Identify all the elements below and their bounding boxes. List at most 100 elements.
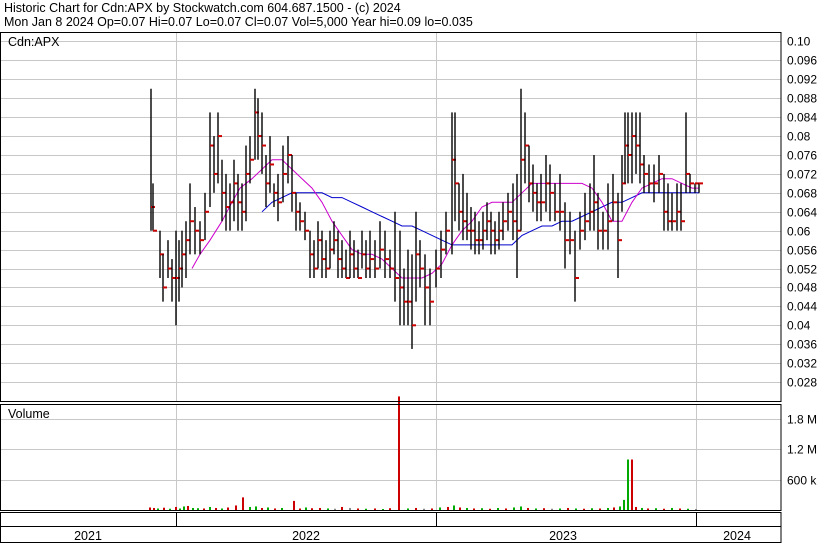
volume-bar [311, 508, 313, 510]
volume-bar [489, 508, 491, 510]
volume-bar [481, 508, 483, 510]
volume-bar [183, 506, 185, 510]
volume-tick-label: 600 k [787, 474, 817, 488]
volume-bar [473, 508, 475, 510]
volume-bar [249, 506, 251, 510]
volume-bar [334, 508, 336, 510]
volume-bar [382, 508, 384, 510]
volume-bar [655, 508, 657, 510]
volume-bar [261, 507, 263, 510]
price-tick-label: 0.048 [787, 281, 817, 295]
volume-bar [687, 508, 689, 510]
volume-bar [267, 507, 269, 510]
volume-bar [453, 505, 455, 510]
volume-bar [242, 497, 244, 510]
volume-grid [1, 404, 781, 510]
volume-bar [153, 507, 155, 510]
year-label: 2022 [292, 529, 320, 543]
price-tick-label: 0.084 [787, 111, 817, 125]
volume-bar [215, 507, 217, 510]
volume-bar [197, 508, 199, 510]
volume-bar [447, 506, 449, 510]
volume-bar [695, 508, 697, 510]
volume-bar [679, 508, 681, 510]
volume-bar [627, 459, 629, 510]
volume-bar [149, 507, 151, 510]
volume-bar [235, 505, 237, 510]
volume-bar [631, 459, 633, 510]
volume-bar [255, 506, 257, 510]
volume-bar [341, 506, 343, 510]
volume-bar [293, 500, 295, 510]
volume-bar [641, 507, 643, 510]
price-tick-label: 0.072 [787, 168, 817, 182]
stock-chart: 0.10 0.096 0.092 0.088 0.084 0.08 0.076 0.072 0.… [0, 32, 817, 543]
volume-bar [431, 508, 433, 510]
volume-bar [389, 508, 391, 510]
year-label: 2023 [549, 529, 577, 543]
volume-bar [187, 505, 189, 510]
volume-bar [623, 499, 625, 510]
price-tick-label: 0.028 [787, 376, 817, 390]
price-tick-label: 0.044 [787, 300, 817, 314]
volume-bar [543, 508, 545, 510]
volume-bar [281, 507, 283, 510]
volume-bar [327, 508, 329, 510]
volume-bar [398, 396, 400, 510]
volume-bar [505, 508, 507, 510]
price-tick-label: 0.08 [787, 130, 811, 144]
volume-bar [599, 508, 601, 510]
volume-bar [299, 508, 301, 510]
price-tick-label: 0.076 [787, 149, 817, 163]
volume-bar [647, 508, 649, 510]
volume-bar [613, 507, 615, 510]
volume-bar [169, 508, 171, 510]
volume-bar [459, 507, 461, 510]
volume-bar [365, 508, 367, 510]
volume-bar [619, 506, 621, 510]
volume-bar [575, 508, 577, 510]
volume-bar [192, 507, 194, 510]
volume-bar [175, 506, 177, 510]
price-tick-label: 0.088 [787, 92, 817, 106]
volume-bars [149, 396, 697, 510]
volume-bar [357, 508, 359, 510]
volume-bar [607, 507, 609, 510]
year-label: 2024 [723, 529, 751, 543]
volume-bar [374, 508, 376, 510]
volume-bar [415, 507, 417, 510]
price-tick-label: 0.092 [787, 73, 817, 87]
x-axis-frame [0, 512, 782, 543]
volume-bar [274, 508, 276, 510]
volume-bar [407, 508, 409, 510]
volume-bar [635, 506, 637, 510]
price-tick-label: 0.032 [787, 357, 817, 371]
volume-bar [221, 508, 223, 510]
price-bars [150, 88, 703, 349]
year-label: 2021 [74, 529, 102, 543]
volume-bar [203, 508, 205, 510]
price-tick-label: 0.036 [787, 338, 817, 352]
volume-bar [439, 507, 441, 510]
volume-bar [559, 508, 561, 510]
volume-bar [163, 507, 165, 510]
volume-bar [535, 508, 537, 510]
volume-bar [497, 507, 499, 510]
volume-tick-label: 1.8 M [787, 413, 817, 427]
volume-bar [513, 507, 515, 510]
volume-bar [157, 508, 159, 510]
price-tick-label: 0.06 [787, 225, 811, 239]
volume-bar [520, 506, 522, 510]
volume-bar [583, 508, 585, 510]
volume-bar [319, 507, 321, 510]
volume-bar [227, 507, 229, 510]
price-tick-label: 0.064 [787, 206, 817, 220]
price-tick-label: 0.10 [787, 35, 811, 49]
volume-bar [209, 506, 211, 510]
price-tick-label: 0.056 [787, 244, 817, 258]
volume-bar [663, 508, 665, 510]
volume-bar [349, 507, 351, 510]
price-panel-title: Cdn:APX [8, 35, 60, 49]
volume-bar [423, 508, 425, 510]
volume-bar [179, 508, 181, 510]
